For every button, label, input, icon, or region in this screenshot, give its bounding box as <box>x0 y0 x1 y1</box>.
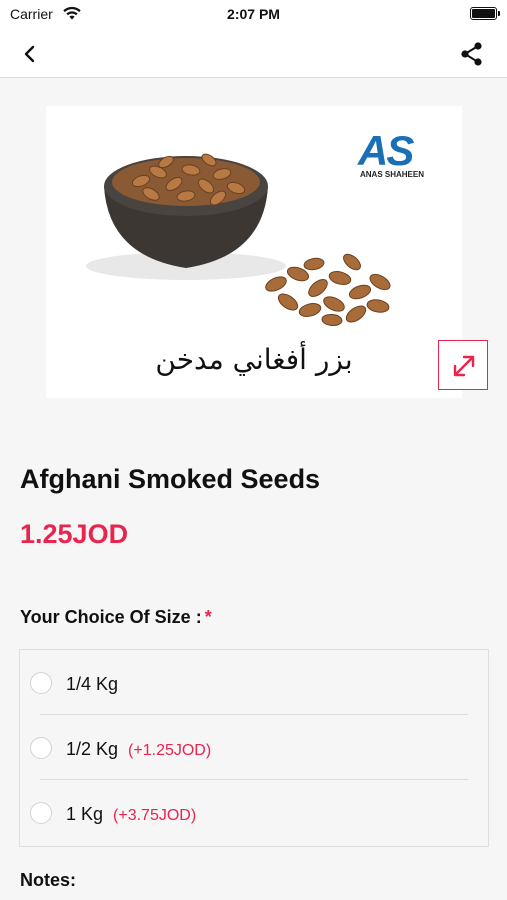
product-image[interactable]: AS ANAS SHAHEEN بزر أفغاني مدخن <box>46 106 462 398</box>
radio-button[interactable] <box>30 737 52 759</box>
status-bar: Carrier 2:07 PM <box>0 0 507 30</box>
back-chevron-icon[interactable] <box>18 42 42 66</box>
notes-label: Notes: <box>20 870 77 890</box>
size-option-one-kg[interactable]: 1 Kg (+3.75JOD) <box>20 780 488 844</box>
brand-logo: AS ANAS SHAHEEN <box>358 127 424 186</box>
size-options-group: 1/4 Kg 1/2 Kg (+1.25JOD) 1 Kg (+3.75JOD) <box>19 649 489 847</box>
expand-arrows-icon <box>453 355 475 377</box>
share-icon[interactable] <box>459 41 485 67</box>
size-option-extra-price: (+3.75JOD) <box>113 807 197 824</box>
brand-logo-subtext: ANAS SHAHEEN <box>360 170 425 179</box>
size-option-label: 1/2 Kg <box>66 739 119 759</box>
size-option-label: 1/4 Kg <box>66 674 119 694</box>
size-option-extra-price: (+1.25JOD) <box>128 742 212 759</box>
required-marker: * <box>204 607 212 627</box>
nav-bar <box>0 30 507 78</box>
size-section-label: Your Choice Of Size : * <box>20 607 212 628</box>
product-title: Afghani Smoked Seeds <box>20 464 321 494</box>
product-image-caption: بزر أفغاني مدخن <box>155 343 353 376</box>
battery-icon <box>470 7 500 20</box>
size-option-quarter-kg[interactable]: 1/4 Kg <box>20 650 488 714</box>
status-time: 2:07 PM <box>227 6 280 22</box>
size-option-half-kg[interactable]: 1/2 Kg (+1.25JOD) <box>20 715 488 779</box>
expand-image-button[interactable] <box>438 340 488 390</box>
radio-button[interactable] <box>30 672 52 694</box>
size-section-label-text: Your Choice Of Size : <box>20 607 202 627</box>
brand-logo-letters: AS <box>358 127 414 174</box>
radio-button[interactable] <box>30 802 52 824</box>
product-price: 1.25JOD <box>20 519 129 549</box>
size-option-label: 1 Kg <box>66 804 104 824</box>
